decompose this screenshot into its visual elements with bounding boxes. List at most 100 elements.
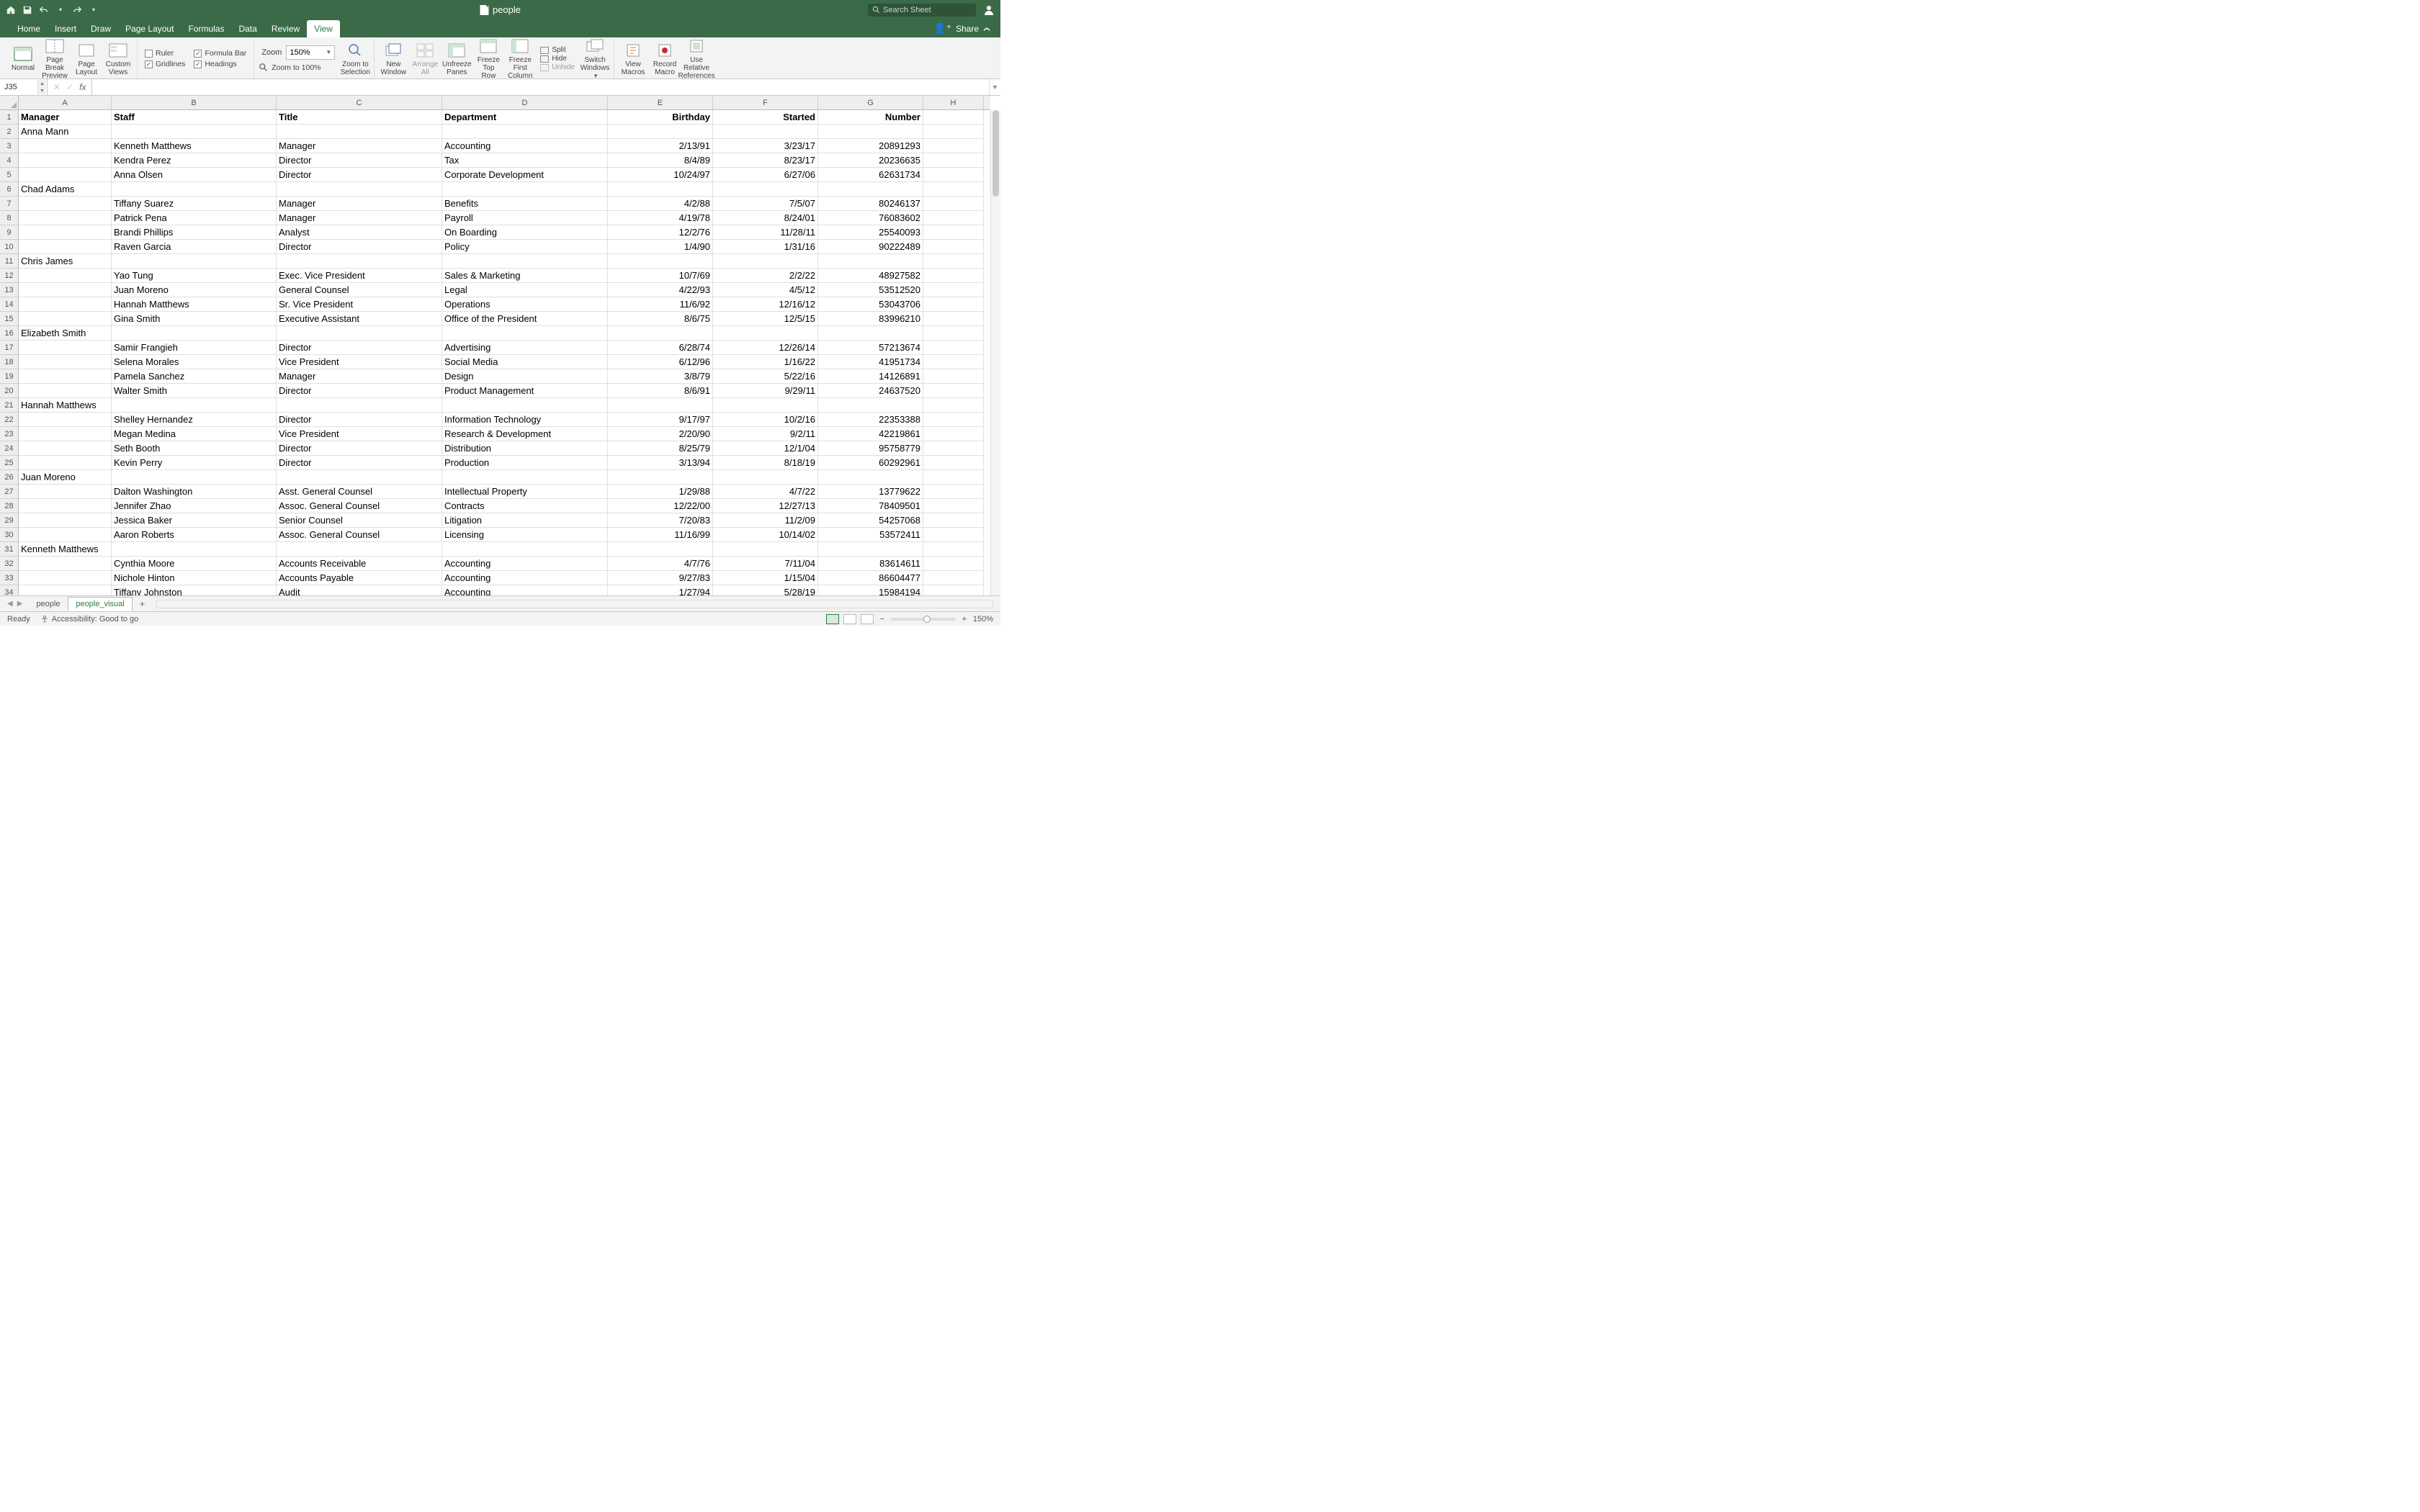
row-header[interactable]: 20 xyxy=(0,384,18,398)
page-layout-view-icon[interactable] xyxy=(843,614,856,624)
cell[interactable]: Anna Olsen xyxy=(112,168,277,182)
cell[interactable] xyxy=(19,283,112,297)
cell[interactable] xyxy=(923,110,984,125)
cell[interactable]: 76083602 xyxy=(818,211,923,225)
cell[interactable] xyxy=(19,139,112,153)
cell[interactable]: 11/6/92 xyxy=(608,297,713,312)
cell[interactable]: 1/31/16 xyxy=(713,240,818,254)
row-header[interactable]: 31 xyxy=(0,542,18,557)
cell[interactable]: 11/28/11 xyxy=(713,225,818,240)
cell[interactable] xyxy=(608,125,713,139)
share-button[interactable]: Share xyxy=(956,24,979,34)
cell[interactable] xyxy=(818,125,923,139)
add-sheet-button[interactable]: + xyxy=(134,598,151,609)
cell[interactable]: Title xyxy=(277,110,442,125)
cell[interactable]: Director xyxy=(277,240,442,254)
menu-tab-home[interactable]: Home xyxy=(10,20,48,37)
cell[interactable] xyxy=(19,168,112,182)
cell[interactable] xyxy=(923,326,984,341)
cell[interactable]: Tiffany Suarez xyxy=(112,197,277,211)
gridlines-checkbox[interactable]: ✓Gridlines xyxy=(145,60,185,68)
cell[interactable] xyxy=(19,485,112,499)
cell[interactable]: 53512520 xyxy=(818,283,923,297)
cell[interactable]: 78409501 xyxy=(818,499,923,513)
cell[interactable] xyxy=(19,456,112,470)
cell[interactable]: Jennifer Zhao xyxy=(112,499,277,513)
row-header[interactable]: 10 xyxy=(0,240,18,254)
collapse-ribbon-icon[interactable] xyxy=(983,25,990,32)
cell[interactable] xyxy=(608,254,713,269)
cell[interactable]: Sr. Vice President xyxy=(277,297,442,312)
row-header[interactable]: 26 xyxy=(0,470,18,485)
cell[interactable]: 12/16/12 xyxy=(713,297,818,312)
row-header[interactable]: 8 xyxy=(0,211,18,225)
cell[interactable] xyxy=(923,240,984,254)
save-icon[interactable] xyxy=(22,5,32,15)
cell[interactable]: 5/22/16 xyxy=(713,369,818,384)
cell[interactable]: 12/27/13 xyxy=(713,499,818,513)
custom-views-button[interactable]: Custom Views xyxy=(104,40,133,78)
cell[interactable]: Vice President xyxy=(277,355,442,369)
cell[interactable]: 62631734 xyxy=(818,168,923,182)
cell[interactable]: 12/1/04 xyxy=(713,441,818,456)
cell[interactable]: 90222489 xyxy=(818,240,923,254)
cell[interactable] xyxy=(923,585,984,595)
cell[interactable] xyxy=(923,153,984,168)
column-header-F[interactable]: F xyxy=(713,96,818,109)
home-icon[interactable] xyxy=(6,5,16,15)
row-header[interactable]: 5 xyxy=(0,168,18,182)
cell[interactable]: Social Media xyxy=(442,355,608,369)
cell[interactable]: 24637520 xyxy=(818,384,923,398)
cell[interactable] xyxy=(19,585,112,595)
cell[interactable]: Contracts xyxy=(442,499,608,513)
cell[interactable] xyxy=(923,384,984,398)
cell[interactable] xyxy=(923,398,984,413)
cell[interactable]: 12/5/15 xyxy=(713,312,818,326)
cell[interactable]: 20236635 xyxy=(818,153,923,168)
cell[interactable] xyxy=(923,557,984,571)
row-header[interactable]: 6 xyxy=(0,182,18,197)
column-header-C[interactable]: C xyxy=(277,96,442,109)
cell[interactable]: 8/6/91 xyxy=(608,384,713,398)
cell[interactable]: Director xyxy=(277,153,442,168)
cell[interactable] xyxy=(923,211,984,225)
cell[interactable]: 60292961 xyxy=(818,456,923,470)
cell[interactable]: 4/7/22 xyxy=(713,485,818,499)
cell[interactable] xyxy=(112,470,277,485)
zoom-out-button[interactable]: − xyxy=(878,615,887,624)
cell[interactable]: Licensing xyxy=(442,528,608,542)
cell[interactable]: 4/2/88 xyxy=(608,197,713,211)
menu-tab-view[interactable]: View xyxy=(307,20,340,37)
cell[interactable]: 3/23/17 xyxy=(713,139,818,153)
sheet-nav-next-icon[interactable]: ▶ xyxy=(17,600,23,608)
cell[interactable]: Information Technology xyxy=(442,413,608,427)
row-header[interactable]: 27 xyxy=(0,485,18,499)
cell[interactable]: Payroll xyxy=(442,211,608,225)
cell[interactable]: Director xyxy=(277,413,442,427)
cell[interactable]: Hannah Matthews xyxy=(19,398,112,413)
zoom-in-button[interactable]: + xyxy=(960,615,969,624)
cell[interactable] xyxy=(818,542,923,557)
cell[interactable]: 83614611 xyxy=(818,557,923,571)
row-header[interactable]: 4 xyxy=(0,153,18,168)
unfreeze-panes-button[interactable]: Unfreeze Panes xyxy=(442,40,471,78)
cell[interactable] xyxy=(923,513,984,528)
cell[interactable]: Corporate Development xyxy=(442,168,608,182)
row-header[interactable]: 16 xyxy=(0,326,18,341)
cell[interactable]: 2/20/90 xyxy=(608,427,713,441)
cell[interactable]: 4/19/78 xyxy=(608,211,713,225)
cell[interactable]: 22353388 xyxy=(818,413,923,427)
cell[interactable] xyxy=(923,254,984,269)
cell[interactable]: Benefits xyxy=(442,197,608,211)
cell[interactable]: 6/28/74 xyxy=(608,341,713,355)
row-header[interactable]: 18 xyxy=(0,355,18,369)
cell[interactable]: 2/13/91 xyxy=(608,139,713,153)
cell[interactable]: Litigation xyxy=(442,513,608,528)
cell[interactable]: Kendra Perez xyxy=(112,153,277,168)
cell[interactable]: Audit xyxy=(277,585,442,595)
cell[interactable]: 6/12/96 xyxy=(608,355,713,369)
cell[interactable]: Intellectual Property xyxy=(442,485,608,499)
column-header-E[interactable]: E xyxy=(608,96,713,109)
cell[interactable]: Started xyxy=(713,110,818,125)
cell[interactable] xyxy=(923,571,984,585)
